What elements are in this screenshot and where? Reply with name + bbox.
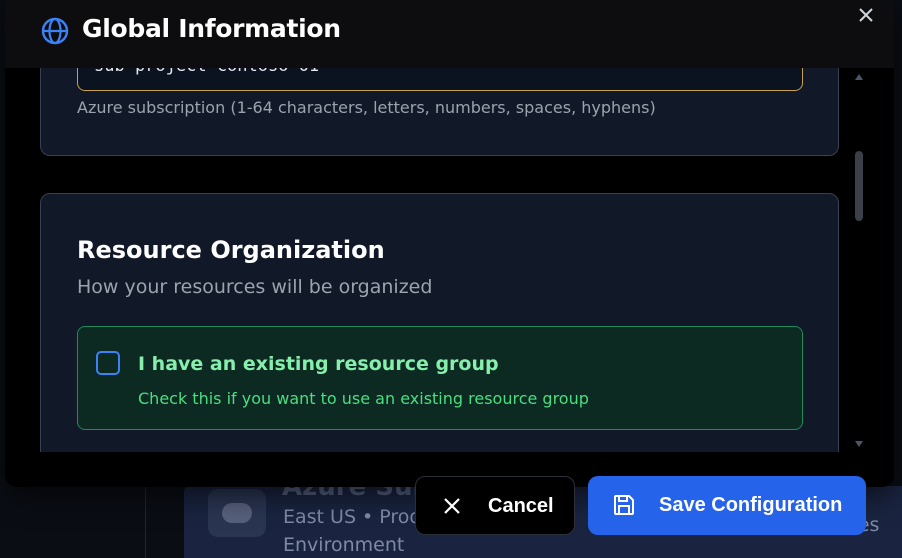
scrollbar-thumb[interactable] [855, 151, 863, 221]
existing-resource-group-checkbox[interactable] [96, 351, 120, 375]
existing-resource-group-help: Check this if you want to use an existin… [138, 389, 589, 408]
globe-icon [41, 17, 69, 45]
save-button-label: Save Configuration [659, 494, 843, 516]
cloud-icon [208, 489, 266, 537]
subscription-card: sub-project-contoso-01 Azure subscriptio… [40, 68, 839, 156]
cancel-button[interactable]: Cancel [415, 476, 575, 535]
subscription-help-text: Azure subscription (1-64 characters, let… [77, 98, 656, 117]
scroll-up-arrow-icon[interactable] [854, 72, 864, 82]
save-disk-icon [614, 495, 634, 515]
global-information-modal: Global Information sub-project-contoso-0… [5, 0, 894, 487]
section-title: Resource Organization [77, 236, 385, 264]
existing-resource-group-option[interactable]: I have an existing resource group Check … [77, 326, 803, 430]
modal-title: Global Information [82, 14, 341, 43]
background-card-subtitle: East US • Prod [283, 506, 422, 528]
subscription-input[interactable]: sub-project-contoso-01 [77, 68, 803, 91]
modal-body[interactable]: sub-project-contoso-01 Azure subscriptio… [5, 68, 894, 452]
background-card-environment: Environment [283, 534, 405, 556]
close-icon [444, 498, 460, 514]
cancel-button-label: Cancel [488, 495, 554, 517]
section-subtitle: How your resources will be organized [77, 276, 433, 298]
modal-header: Global Information [5, 0, 894, 68]
background-sidebar-edge [0, 486, 146, 558]
save-configuration-button[interactable]: Save Configuration [588, 476, 866, 535]
existing-resource-group-label[interactable]: I have an existing resource group [138, 353, 499, 375]
scroll-down-arrow-icon[interactable] [854, 439, 864, 449]
close-icon[interactable] [855, 4, 877, 26]
resource-organization-card: Resource Organization How your resources… [40, 193, 839, 452]
